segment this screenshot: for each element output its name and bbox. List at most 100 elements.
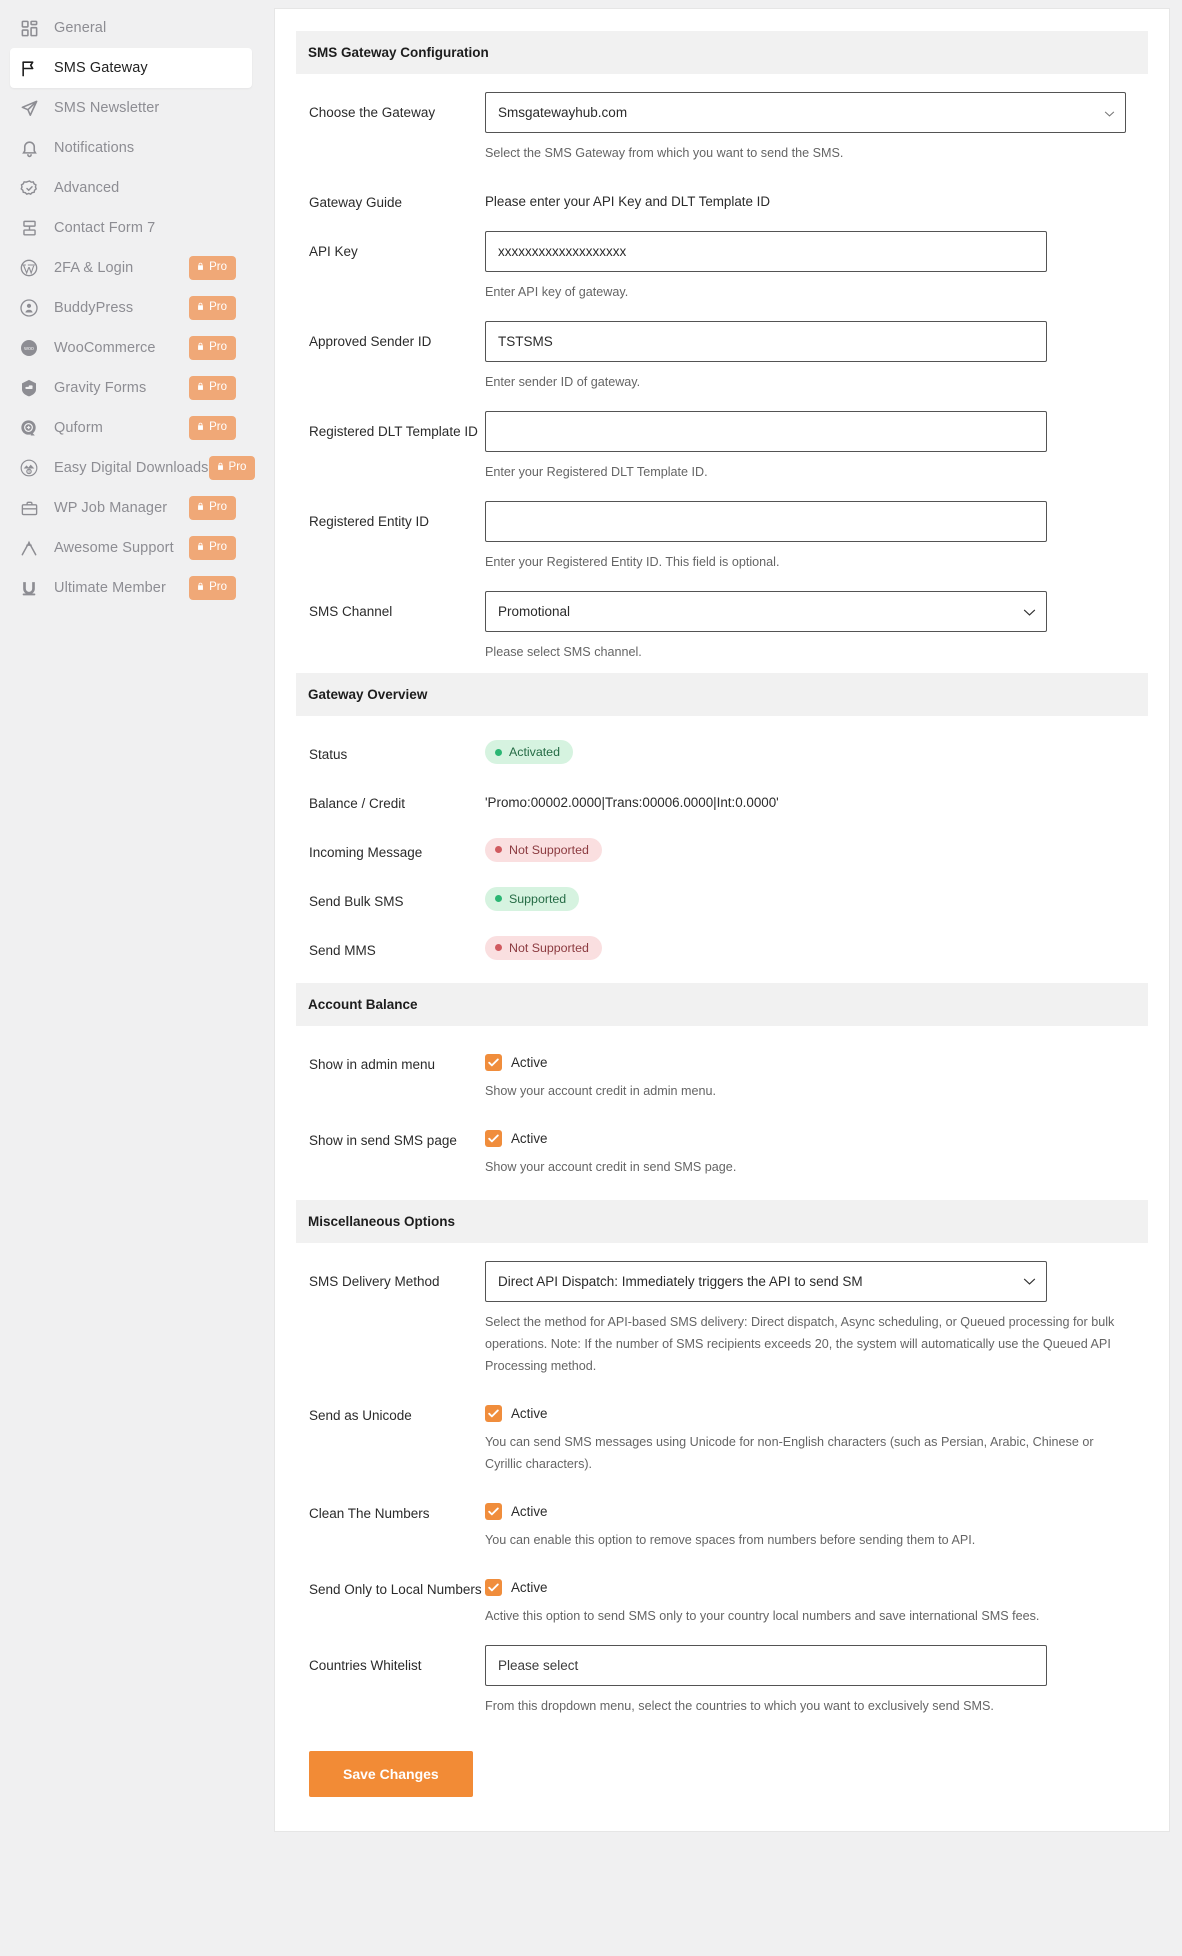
gateway-select[interactable]: Smsgatewayhub.com bbox=[485, 92, 1126, 133]
dlt-template-id-input[interactable] bbox=[485, 410, 1047, 452]
pro-badge[interactable]: Pro bbox=[189, 295, 236, 321]
field-label: Send as Unicode bbox=[309, 1407, 412, 1423]
sender-id-input[interactable]: TSTSMS bbox=[485, 320, 1047, 362]
sidebar-item-label: Notifications bbox=[54, 140, 135, 156]
pro-badge[interactable]: Pro bbox=[189, 495, 236, 521]
field-label: Clean The Numbers bbox=[309, 1505, 430, 1521]
section-header-gateway-config: SMS Gateway Configuration bbox=[296, 31, 1148, 74]
api-key-value: xxxxxxxxxxxxxxxxxxx bbox=[498, 243, 627, 259]
chevron-down-icon bbox=[1023, 1274, 1036, 1289]
sidebar-item-label: Gravity Forms bbox=[54, 380, 147, 396]
pro-badge[interactable]: Pro bbox=[189, 375, 236, 401]
pro-badge[interactable]: Pro bbox=[208, 455, 256, 481]
check-icon bbox=[485, 1578, 502, 1596]
field-label: API Key bbox=[309, 243, 358, 259]
sidebar-item-easy-digital-downloads[interactable]: $ Easy Digital Downloads Pro bbox=[0, 448, 256, 488]
delivery-method-value: Direct API Dispatch: Immediately trigger… bbox=[498, 1273, 863, 1289]
sidebar-item-contact-form-7[interactable]: Contact Form 7 bbox=[0, 208, 252, 248]
sidebar-item-label: Easy Digital Downloads bbox=[54, 460, 209, 476]
lock-icon bbox=[216, 461, 225, 476]
field-help: Show your account credit in send SMS pag… bbox=[485, 1159, 737, 1174]
sidebar-item-2fa-login[interactable]: 2FA & Login Pro bbox=[0, 248, 252, 288]
field-label: SMS Channel bbox=[309, 604, 393, 620]
sidebar-item-ultimate-member[interactable]: Ultimate Member Pro bbox=[0, 568, 252, 608]
checkbox-label: Active bbox=[511, 1579, 548, 1595]
check-icon bbox=[485, 1502, 502, 1520]
api-key-input[interactable]: xxxxxxxxxxxxxxxxxxx bbox=[485, 230, 1047, 272]
field-row-sms-channel: SMS Channel Promotional Please select SM… bbox=[297, 573, 1147, 663]
pro-badge-label: Pro bbox=[209, 421, 227, 434]
section-header-misc-options: Miscellaneous Options bbox=[296, 1199, 1148, 1243]
show-send-sms-page-checkbox[interactable]: Active bbox=[485, 1120, 1141, 1147]
sms-channel-value: Promotional bbox=[498, 604, 571, 620]
delivery-method-select[interactable]: Direct API Dispatch: Immediately trigger… bbox=[485, 1260, 1047, 1302]
entity-id-input[interactable] bbox=[485, 501, 1047, 543]
pro-badge-label: Pro bbox=[209, 341, 227, 354]
lock-icon bbox=[196, 341, 205, 356]
countries-whitelist-placeholder: Please select bbox=[498, 1657, 579, 1673]
sidebar-item-label: 2FA & Login bbox=[54, 260, 134, 276]
lock-icon bbox=[196, 501, 205, 516]
buddypress-icon bbox=[18, 297, 40, 319]
field-label: Registered Entity ID bbox=[309, 514, 430, 530]
field-row-show-send-sms-page: Show in send SMS page Active Show your a… bbox=[297, 1102, 1147, 1178]
status-dot-icon bbox=[495, 846, 502, 854]
field-help: Enter your Registered DLT Template ID. bbox=[485, 464, 708, 479]
sidebar-item-label: Contact Form 7 bbox=[54, 220, 156, 236]
countries-whitelist-select[interactable]: Please select bbox=[485, 1644, 1047, 1686]
form-actions: Save Changes bbox=[297, 1717, 1147, 1831]
sidebar-item-label: SMS Gateway bbox=[54, 60, 148, 76]
pro-badge[interactable]: Pro bbox=[189, 335, 236, 361]
pro-badge[interactable]: Pro bbox=[189, 415, 236, 441]
checkbox-label: Active bbox=[511, 1503, 548, 1519]
bell-icon bbox=[18, 137, 40, 159]
balance-value: 'Promo:00002.0000|Trans:00006.0000|Int:0… bbox=[485, 794, 779, 810]
check-icon bbox=[485, 1404, 502, 1422]
field-help: Select the SMS Gateway from which you wa… bbox=[485, 146, 844, 160]
field-help: Enter API key of gateway. bbox=[485, 284, 629, 299]
settings-panel: SMS Gateway Configuration Choose the Gat… bbox=[274, 8, 1170, 1832]
pro-badge[interactable]: Pro bbox=[189, 575, 236, 601]
field-label: Status bbox=[309, 747, 348, 763]
wordpress-icon bbox=[18, 257, 40, 279]
field-label: Registered DLT Template ID bbox=[309, 423, 478, 439]
sidebar-item-general[interactable]: General bbox=[0, 8, 252, 48]
show-admin-menu-checkbox[interactable]: Active bbox=[485, 1044, 1141, 1071]
sidebar-item-label: WP Job Manager bbox=[54, 500, 168, 516]
pro-badge[interactable]: Pro bbox=[189, 255, 236, 281]
sidebar-item-notifications[interactable]: Notifications bbox=[0, 128, 252, 168]
awesome-support-icon bbox=[18, 537, 40, 559]
sidebar-item-woocommerce[interactable]: woo WooCommerce Pro bbox=[0, 328, 252, 368]
send-unicode-checkbox[interactable]: Active bbox=[485, 1395, 1141, 1422]
sidebar-item-awesome-support[interactable]: Awesome Support Pro bbox=[0, 528, 252, 568]
pro-badge[interactable]: Pro bbox=[189, 535, 236, 561]
gateway-guide-value: Please enter your API Key and DLT Templa… bbox=[485, 194, 771, 210]
sidebar-item-gravity-forms[interactable]: Gravity Forms Pro bbox=[0, 368, 252, 408]
sidebar-item-advanced[interactable]: Advanced bbox=[0, 168, 252, 208]
sidebar-item-sms-gateway[interactable]: SMS Gateway bbox=[10, 48, 252, 88]
check-icon bbox=[485, 1053, 502, 1071]
sidebar-item-label: Advanced bbox=[54, 180, 120, 196]
field-label: Show in admin menu bbox=[309, 1056, 436, 1072]
sidebar-item-buddypress[interactable]: BuddyPress Pro bbox=[0, 288, 252, 328]
field-row-delivery-method: SMS Delivery Method Direct API Dispatch:… bbox=[297, 1243, 1147, 1377]
clean-numbers-checkbox[interactable]: Active bbox=[485, 1493, 1141, 1520]
sidebar-item-sms-newsletter[interactable]: SMS Newsletter bbox=[0, 88, 252, 128]
field-help: From this dropdown menu, select the coun… bbox=[485, 1698, 994, 1713]
admin-page: General SMS Gateway SMS Newsletter Notif… bbox=[0, 0, 1182, 1840]
svg-text:woo: woo bbox=[24, 346, 34, 352]
field-help: You can send SMS messages using Unicode … bbox=[485, 1434, 1094, 1471]
field-help: Enter sender ID of gateway. bbox=[485, 374, 641, 389]
local-numbers-checkbox[interactable]: Active bbox=[485, 1569, 1141, 1596]
lock-icon bbox=[196, 261, 205, 276]
sms-channel-select[interactable]: Promotional bbox=[485, 591, 1047, 633]
sidebar-item-label: Awesome Support bbox=[54, 540, 174, 556]
mms-badge: Not Supported bbox=[485, 935, 602, 960]
save-changes-button[interactable]: Save Changes bbox=[309, 1750, 473, 1797]
overview-row-balance: Balance / Credit 'Promo:00002.0000|Trans… bbox=[297, 765, 1147, 814]
sidebar-item-wp-job-manager[interactable]: WP Job Manager Pro bbox=[0, 488, 252, 528]
sidebar-item-label: Quform bbox=[54, 420, 103, 436]
chevron-down-icon bbox=[1104, 105, 1115, 120]
bulk-badge-label: Supported bbox=[509, 891, 567, 906]
sidebar-item-quform[interactable]: Quform Pro bbox=[0, 408, 252, 448]
